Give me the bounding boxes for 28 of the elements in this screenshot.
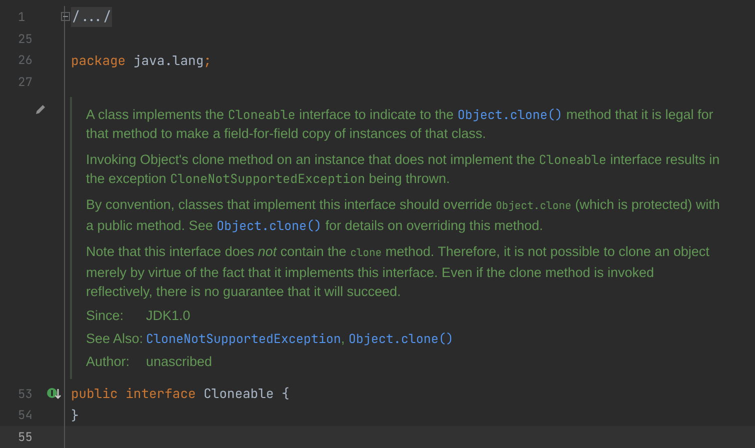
code-line: public interface Cloneable {: [71, 384, 290, 404]
doc-paragraph: Invoking Object's clone method on an instance that does not implement the Cloneable interface results in the exception CloneNotSupportedException being thrown.: [86, 150, 721, 188]
doc-paragraph: Note that this interface does not contain the clone method. Therefore, it is not possible to clone an object merely by virtue of the fact that it implements this interface. Even if the clone method is invoked reflectively, there is no guarantee that it will succeed.: [86, 242, 710, 301]
code-line: }: [71, 406, 79, 426]
doc-paragraph: A class implements the Cloneable interface to indicate to the Object.clone() method that it is legal for that method to make a field-for-field copy of instances of that class.: [86, 104, 714, 143]
folded-code[interactable]: /.../: [71, 7, 112, 27]
line-number: 53: [18, 384, 32, 403]
doc-link[interactable]: Object.clone(): [216, 216, 322, 234]
doc-link[interactable]: CloneNotSupportedException: [146, 330, 342, 347]
doc-link[interactable]: Object.clone(): [348, 330, 454, 347]
implemented-marker-icon[interactable]: [46, 386, 62, 401]
doc-tag-label: Author:: [86, 352, 131, 371]
doc-tag-value: JDK1.0: [146, 306, 190, 325]
line-number: 25: [18, 30, 32, 48]
doc-tag-label: Since:: [86, 306, 125, 325]
edit-pencil-icon[interactable]: [35, 102, 47, 115]
fold-icon[interactable]: [61, 12, 70, 22]
line-number: 27: [18, 73, 32, 92]
doc-tag-value: CloneNotSupportedException, Object.clone(): [146, 328, 454, 348]
line-number: 55: [18, 428, 32, 446]
line-number: 1: [18, 8, 26, 26]
doc-link[interactable]: Object.clone(): [457, 106, 562, 123]
doc-paragraph: By convention, classes that implement this interface should override Object.clone (which is protected) with a public method. See Object.clone() for details on overriding this method.: [86, 196, 721, 235]
doc-tag-label: See Also:: [86, 330, 144, 348]
line-number: 54: [18, 406, 32, 424]
doc-tag-value: unascribed: [146, 352, 212, 371]
line-number: 26: [18, 51, 32, 70]
code-line: package java.lang;: [71, 50, 212, 70]
